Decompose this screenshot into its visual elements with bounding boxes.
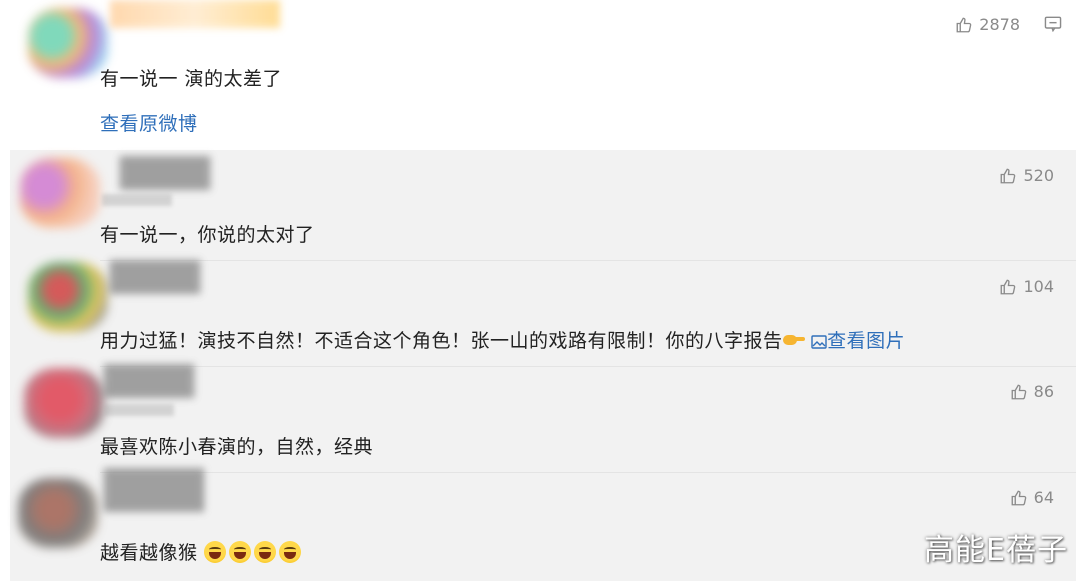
comment-text: 有一说一 演的太差了 [100, 68, 283, 90]
view-picture-label: 查看图片 [827, 330, 906, 352]
like-button[interactable]: 86 [1010, 382, 1054, 401]
reply-text: 有一说一，你说的太对了 [100, 224, 315, 246]
timestamp-blurred [104, 404, 174, 416]
username-blurred[interactable] [104, 364, 194, 398]
divider [100, 366, 1076, 367]
like-button[interactable]: 2878 [955, 15, 1020, 34]
laughing-emoji-icon [279, 541, 302, 563]
thumbs-up-icon [956, 17, 972, 32]
view-original-link[interactable]: 查看原微博 [100, 109, 198, 136]
like-button[interactable]: 104 [999, 277, 1054, 296]
reply-text: 越看越像猴 [100, 542, 198, 564]
username-blurred[interactable] [110, 260, 200, 294]
like-count: 64 [1033, 488, 1054, 507]
like-count: 104 [1023, 277, 1054, 296]
reply-text: 用力过猛！演技不自然！不适合这个角色！张一山的戏路有限制！你的八字报告 [100, 330, 783, 352]
picture-icon [811, 335, 827, 349]
like-count: 2878 [979, 15, 1020, 34]
comment-icon[interactable] [1044, 16, 1062, 32]
avatar[interactable] [28, 262, 108, 332]
thumbs-up-icon [1011, 490, 1026, 505]
laughing-emoji-icon [229, 541, 252, 563]
laughing-emoji-icon [254, 541, 277, 563]
top-comment: 2878 有一说一 演的太差了 查看原微博 [0, 0, 1080, 150]
avatar[interactable] [24, 368, 104, 438]
reply-text: 最喜欢陈小春演的，自然，经典 [100, 436, 374, 458]
avatar[interactable] [18, 478, 98, 548]
view-picture-link[interactable]: 查看图片 [811, 330, 905, 352]
like-button[interactable]: 520 [999, 166, 1054, 185]
reply-text-row: 用力过猛！演技不自然！不适合这个角色！张一山的戏路有限制！你的八字报告 查看图片 [100, 326, 905, 353]
like-count: 86 [1033, 382, 1054, 401]
avatar[interactable] [28, 8, 108, 78]
avatar[interactable] [20, 158, 100, 228]
laughing-emoji-icon [204, 541, 227, 563]
pointing-hand-emoji-icon [782, 333, 805, 347]
reply-panel: 520 有一说一，你说的太对了 104 用力过猛！演技不自然！不适合这个角色！张… [10, 150, 1076, 581]
username-blurred[interactable] [120, 156, 210, 190]
thumbs-up-icon [1001, 168, 1016, 183]
username-blurred[interactable] [104, 468, 204, 512]
thumbs-up-icon [1011, 384, 1026, 399]
divider [100, 260, 1076, 261]
thumbs-up-icon [1001, 279, 1016, 294]
divider [100, 472, 1076, 473]
username-blurred[interactable] [110, 0, 280, 28]
timestamp-blurred [102, 194, 172, 206]
reply-text-row: 越看越像猴 [100, 538, 304, 565]
like-count: 520 [1023, 166, 1054, 185]
watermark: 高能E蓓子 [924, 533, 1068, 568]
like-button[interactable]: 64 [1010, 488, 1054, 507]
